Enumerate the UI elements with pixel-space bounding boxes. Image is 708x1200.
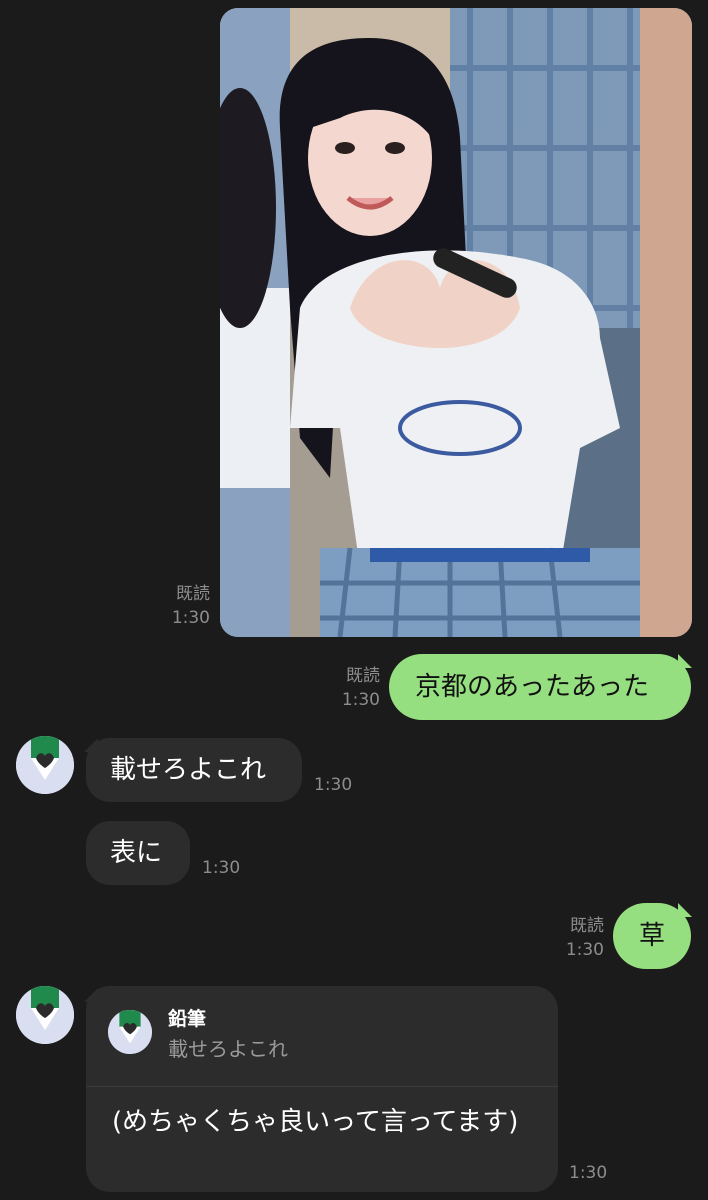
chat-thread: 既読 1:30 既読 1:30 京都のあったあった 載せろよこれ 1:30 表に… bbox=[0, 0, 708, 1200]
avatar[interactable] bbox=[16, 986, 74, 1044]
read-label: 既読 bbox=[346, 666, 380, 686]
divider bbox=[86, 1086, 558, 1087]
avatar[interactable] bbox=[16, 736, 74, 794]
message-text: 京都のあったあった bbox=[415, 672, 650, 702]
message-text: 草 bbox=[639, 921, 666, 951]
incoming-message[interactable]: 表に bbox=[86, 821, 190, 885]
incoming-message[interactable]: 載せろよこれ bbox=[86, 738, 302, 802]
pencil-avatar-icon bbox=[16, 736, 74, 794]
outgoing-message[interactable]: 京都のあったあった bbox=[389, 654, 691, 720]
quoted-text: 載せろよこれ bbox=[168, 1037, 288, 1061]
pencil-avatar-icon bbox=[108, 1010, 152, 1054]
quoted-avatar bbox=[108, 1010, 152, 1054]
timestamp: 1:30 bbox=[341, 690, 380, 710]
timestamp: 1:30 bbox=[171, 608, 210, 628]
out2-read-receipt: 既読 1:30 bbox=[554, 914, 604, 962]
timestamp: 1:30 bbox=[314, 775, 353, 795]
sent-photo[interactable] bbox=[220, 8, 692, 637]
message-text: 載せろよこれ bbox=[110, 755, 267, 785]
bubble-tail bbox=[678, 903, 692, 917]
timestamp: 1:30 bbox=[569, 1163, 608, 1183]
quoted-sender-name: 鉛筆 bbox=[168, 1008, 207, 1030]
message-text: (めちゃくちゃ良いって言ってます) bbox=[112, 1107, 519, 1137]
photo-read-receipt: 既読 1:30 bbox=[160, 582, 210, 630]
out1-read-receipt: 既読 1:30 bbox=[330, 664, 380, 712]
message-text: 表に bbox=[110, 838, 163, 868]
timestamp: 1:30 bbox=[565, 940, 604, 960]
quoted-message[interactable]: 鉛筆 載せろよこれ bbox=[86, 986, 558, 1086]
photo-image bbox=[220, 8, 692, 637]
reply-message[interactable]: 鉛筆 載せろよこれ (めちゃくちゃ良いって言ってます) bbox=[86, 986, 558, 1192]
timestamp: 1:30 bbox=[202, 858, 241, 878]
read-label: 既読 bbox=[176, 584, 210, 604]
bubble-tail bbox=[678, 654, 692, 668]
read-label: 既読 bbox=[570, 916, 604, 936]
pencil-avatar-icon bbox=[16, 986, 74, 1044]
